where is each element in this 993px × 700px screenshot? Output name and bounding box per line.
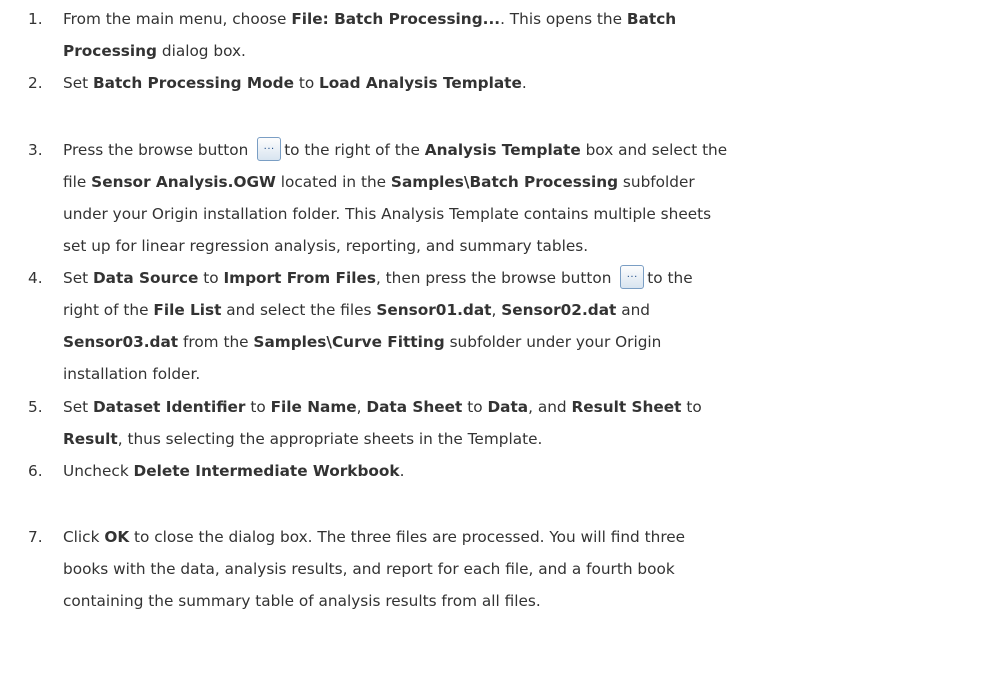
text-segment: , then press the browse button [375, 269, 617, 287]
bold-term: Result [63, 430, 118, 448]
ellipsis-icon: ... [626, 269, 638, 280]
text-segment: containing the summary table of analysis… [63, 592, 541, 610]
step-number: 3. [28, 141, 43, 159]
text-segment: located in the [275, 173, 391, 191]
step-text: Uncheck Delete Intermediate Workbook. [63, 455, 968, 487]
bold-term: File: Batch Processing... [291, 10, 501, 28]
text-segment: file [63, 173, 92, 191]
text-segment: to [293, 74, 320, 92]
step-number: 2. [28, 74, 43, 92]
text-segment: under your Origin installation folder. T… [63, 205, 712, 223]
bold-term: Sensor01.dat [376, 301, 492, 319]
text-segment: right of the [63, 301, 154, 319]
bold-term: Dataset Identifier [92, 398, 246, 416]
text-segment: dialog box. [157, 42, 246, 60]
bold-term: Import From Files [223, 269, 376, 287]
step-number: 6. [28, 462, 43, 480]
text-segment: to [462, 398, 488, 416]
ellipsis-icon: ... [263, 141, 275, 152]
text-segment: to the right of the [284, 141, 425, 159]
step-text-line: Press the browse button ... to the right … [63, 134, 968, 166]
step-text-line: Click OK to close the dialog box. The th… [63, 521, 968, 553]
text-segment: from the [178, 333, 254, 351]
text-segment: Uncheck [63, 462, 134, 480]
step-text-line: set up for linear regression analysis, r… [63, 230, 968, 262]
step-text-line: installation folder. [63, 358, 968, 390]
step-text: Set Dataset Identifier to File Name, Dat… [63, 391, 968, 455]
text-segment: to [681, 398, 702, 416]
browse-button[interactable]: ... [257, 137, 282, 161]
text-segment: Set [63, 398, 93, 416]
step-number: 7. [28, 528, 43, 546]
text-segment: , thus selecting the appropriate sheets … [117, 430, 543, 448]
text-segment: Click [63, 528, 105, 546]
bold-term: Sensor02.dat [501, 301, 617, 319]
step-text: From the main menu, choose File: Batch P… [63, 3, 968, 67]
text-segment: and [616, 301, 650, 319]
bold-term: File List [153, 301, 222, 319]
bold-term: Sensor03.dat [63, 333, 179, 351]
bold-term: Result Sheet [571, 398, 682, 416]
bold-term: Data Source [92, 269, 199, 287]
bold-term: Samples\Curve Fitting [253, 333, 445, 351]
bold-term: Data Sheet [366, 398, 463, 416]
step-text-line: containing the summary table of analysis… [63, 585, 968, 617]
step-text: Set Data Source to Import From Files, th… [63, 262, 968, 390]
step-text-line: books with the data, analysis results, a… [63, 553, 968, 585]
step-text-line: right of the File List and select the fi… [63, 294, 968, 326]
text-segment: subfolder under your Origin [444, 333, 662, 351]
bold-term: File Name [270, 398, 357, 416]
text-segment: Set [63, 74, 93, 92]
bold-term: Batch Processing Mode [92, 74, 294, 92]
text-segment: subfolder [618, 173, 695, 191]
browse-button[interactable]: ... [620, 265, 645, 289]
text-segment: Press the browse button [63, 141, 254, 159]
text-segment: books with the data, analysis results, a… [63, 560, 675, 578]
bold-term: Processing [63, 42, 157, 60]
bold-term: Sensor Analysis.OGW [91, 173, 276, 191]
text-segment: , [491, 301, 502, 319]
text-segment: to close the dialog box. The three files… [129, 528, 686, 546]
bold-term: Data [487, 398, 529, 416]
text-segment: to [198, 269, 224, 287]
step-text-line: Uncheck Delete Intermediate Workbook. [63, 455, 968, 487]
step-text-line: Set Batch Processing Mode to Load Analys… [63, 67, 968, 99]
step-text-line: Result, thus selecting the appropriate s… [63, 423, 968, 455]
text-segment: . [399, 462, 405, 480]
step-number: 4. [28, 269, 43, 287]
text-segment: to [245, 398, 271, 416]
text-segment: installation folder. [63, 365, 201, 383]
step-text-line: Processing dialog box. [63, 35, 968, 67]
bold-term: Analysis Template [424, 141, 581, 159]
step-text-line: Set Dataset Identifier to File Name, Dat… [63, 391, 968, 423]
step-text-line: file Sensor Analysis.OGW located in the … [63, 166, 968, 198]
text-segment: Set [63, 269, 93, 287]
text-segment: and select the files [221, 301, 377, 319]
bold-term: Delete Intermediate Workbook [133, 462, 400, 480]
text-segment: , [356, 398, 367, 416]
text-segment: , and [528, 398, 572, 416]
text-segment: . [521, 74, 527, 92]
step-number: 5. [28, 398, 43, 416]
text-segment: to the [647, 269, 693, 287]
bold-term: OK [104, 528, 130, 546]
bold-term: Samples\Batch Processing [390, 173, 619, 191]
bold-term: Batch [626, 10, 677, 28]
step-text-line: From the main menu, choose File: Batch P… [63, 3, 968, 35]
text-segment: . This opens the [500, 10, 627, 28]
text-segment: From the main menu, choose [63, 10, 292, 28]
text-segment: box and select the [580, 141, 728, 159]
text-segment: set up for linear regression analysis, r… [63, 237, 589, 255]
step-text: Set Batch Processing Mode to Load Analys… [63, 67, 968, 99]
step-number: 1. [28, 10, 43, 28]
step-text-line: under your Origin installation folder. T… [63, 198, 968, 230]
bold-term: Load Analysis Template [319, 74, 522, 92]
step-text-line: Sensor03.dat from the Samples\Curve Fitt… [63, 326, 968, 358]
step-text-line: Set Data Source to Import From Files, th… [63, 262, 968, 294]
step-text: Click OK to close the dialog box. The th… [63, 521, 968, 617]
step-text: Press the browse button ... to the right … [63, 134, 968, 262]
